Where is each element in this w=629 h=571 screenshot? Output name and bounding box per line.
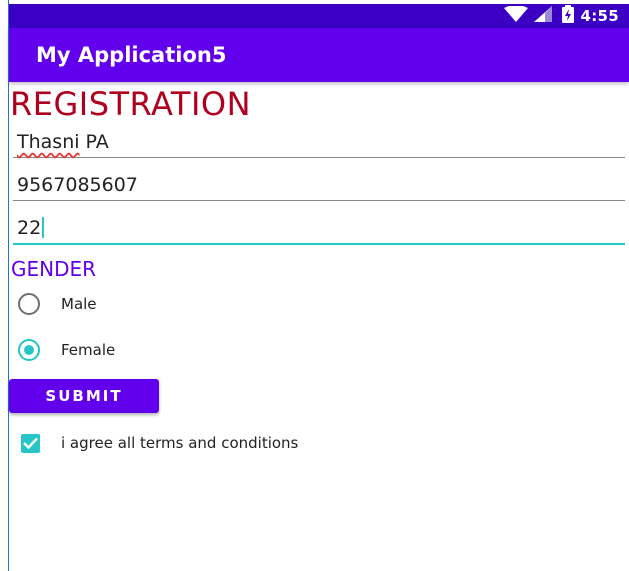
terms-label: i agree all terms and conditions	[61, 434, 299, 452]
name-field-value: Thasni PA	[17, 131, 109, 153]
radio-unchecked-icon[interactable]	[18, 293, 40, 315]
signal-icon	[534, 5, 553, 27]
radio-male-label: Male	[61, 295, 97, 313]
window-edge	[8, 0, 9, 571]
app-bar: My Application5	[9, 28, 629, 82]
phone-field[interactable]: 9567085607	[13, 167, 625, 201]
radio-checked-icon[interactable]	[18, 339, 40, 361]
app-title: My Application5	[36, 43, 227, 67]
name-first-word: Thasni	[17, 131, 80, 153]
name-field[interactable]: Thasni PA	[13, 124, 625, 158]
radio-female-label: Female	[61, 341, 116, 359]
age-field-content: 22	[17, 217, 45, 239]
age-field-value: 22	[17, 217, 42, 239]
radio-male[interactable]: Male	[18, 292, 97, 316]
status-time: 4:55	[580, 7, 619, 25]
submit-button[interactable]: SUBMIT	[9, 379, 159, 413]
wifi-icon	[504, 4, 529, 27]
terms-checkbox-row[interactable]: i agree all terms and conditions	[21, 432, 298, 454]
battery-icon	[562, 4, 575, 28]
phone-field-value: 9567085607	[17, 174, 138, 196]
text-cursor	[42, 217, 45, 238]
radio-female[interactable]: Female	[18, 338, 115, 362]
age-field[interactable]: 22	[13, 211, 625, 245]
checkbox-checked-icon[interactable]	[21, 433, 40, 453]
registration-title: REGISTRATION	[10, 85, 251, 123]
gender-label: GENDER	[11, 257, 97, 281]
status-icons: 4:55	[504, 4, 619, 28]
status-bar: 4:55	[9, 4, 629, 28]
